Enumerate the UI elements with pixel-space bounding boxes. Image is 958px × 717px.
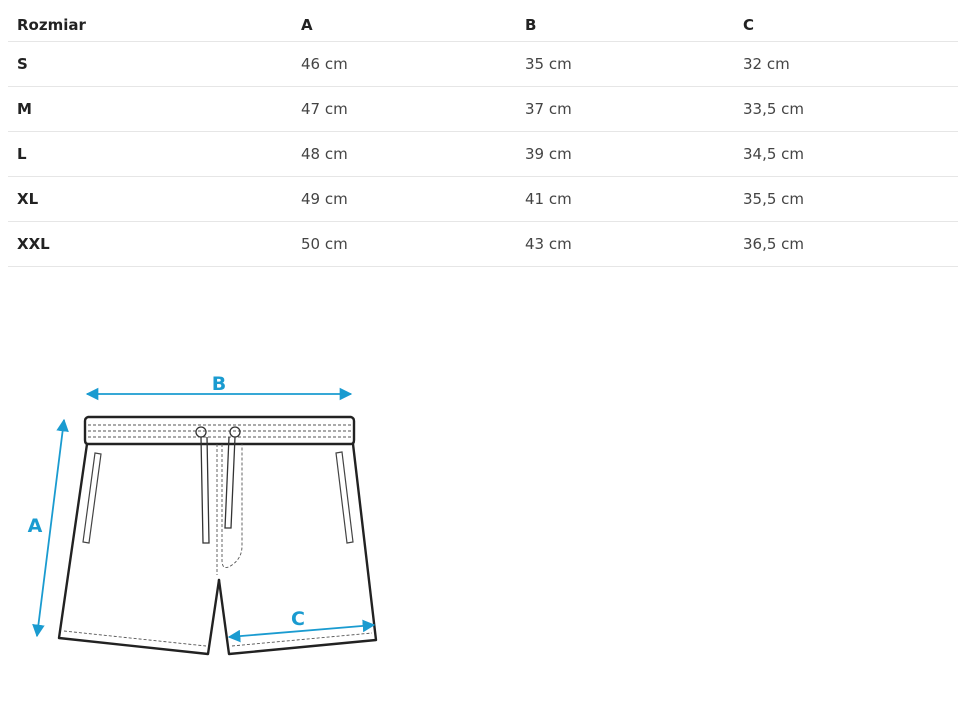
dimension-c-label: C	[291, 608, 305, 630]
measure-b-cell: 43 cm	[516, 221, 734, 267]
table-row: L 48 cm 39 cm 34,5 cm	[8, 131, 958, 177]
waistband	[83, 415, 356, 446]
header-a: A	[292, 8, 516, 42]
size-cell: XL	[8, 176, 292, 222]
left-pocket	[82, 452, 102, 544]
table-header: Rozmiar A B C	[8, 8, 958, 42]
measure-b-cell: 35 cm	[516, 41, 734, 87]
dimension-a-arrow	[32, 418, 69, 638]
table-header-row: Rozmiar A B C	[8, 8, 958, 42]
measure-a-cell: 50 cm	[292, 221, 516, 267]
table-row: XL 49 cm 41 cm 35,5 cm	[8, 176, 958, 222]
measure-a-cell: 48 cm	[292, 131, 516, 177]
dimension-b-label: B	[212, 373, 226, 395]
size-cell: L	[8, 131, 292, 177]
dimension-c: C	[227, 608, 376, 643]
table-row: XXL 50 cm 43 cm 36,5 cm	[8, 221, 958, 267]
size-cell: M	[8, 86, 292, 132]
measure-c-cell: 35,5 cm	[734, 176, 958, 222]
measure-c-cell: 33,5 cm	[734, 86, 958, 132]
measure-a-cell: 46 cm	[292, 41, 516, 87]
dimension-a-label: A	[28, 515, 43, 537]
left-leg	[57, 442, 221, 656]
header-b: B	[516, 8, 734, 42]
pockets	[82, 451, 354, 544]
table-body: S 46 cm 35 cm 32 cm M 47 cm 37 cm 33,5 c…	[8, 41, 958, 267]
measure-b-cell: 41 cm	[516, 176, 734, 222]
measure-a-cell: 49 cm	[292, 176, 516, 222]
measure-c-cell: 36,5 cm	[734, 221, 958, 267]
dimension-b: B	[85, 373, 353, 401]
measure-b-cell: 37 cm	[516, 86, 734, 132]
header-c: C	[734, 8, 958, 42]
dimension-c-arrow	[227, 619, 376, 643]
dimension-a: A	[28, 418, 69, 638]
table-row: S 46 cm 35 cm 32 cm	[8, 41, 958, 87]
measure-c-cell: 32 cm	[734, 41, 958, 87]
drawstring	[195, 426, 241, 544]
right-pocket	[335, 451, 354, 544]
size-cell: XXL	[8, 221, 292, 267]
right-leg	[217, 442, 378, 656]
measure-c-cell: 34,5 cm	[734, 131, 958, 177]
stitching	[63, 424, 373, 647]
shorts-outline	[57, 415, 378, 656]
measure-a-cell: 47 cm	[292, 86, 516, 132]
size-cell: S	[8, 41, 292, 87]
header-size: Rozmiar	[8, 8, 292, 42]
table-row: M 47 cm 37 cm 33,5 cm	[8, 86, 958, 132]
measure-b-cell: 39 cm	[516, 131, 734, 177]
size-chart-table: Rozmiar A B C S 46 cm 35 cm 32 cm M 47 c…	[8, 8, 958, 267]
